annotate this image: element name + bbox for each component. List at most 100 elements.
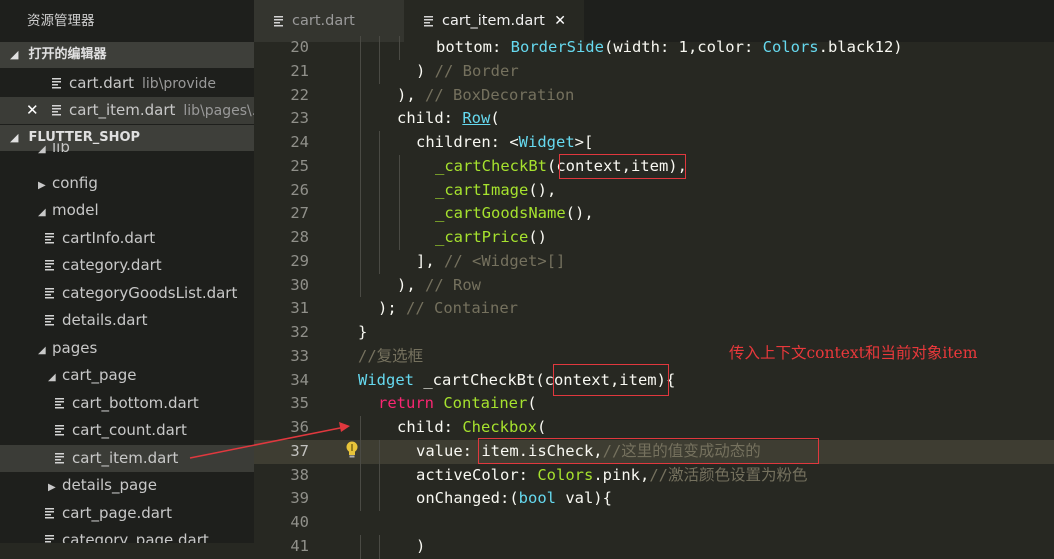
code-line[interactable]: 26 _cartImage(),: [254, 178, 1054, 203]
indent-guide: [360, 83, 361, 108]
tree-item-label: cart_count.dart: [72, 421, 187, 439]
tree-item[interactable]: ◢ lib: [0, 143, 254, 157]
indent-guide: [360, 534, 361, 559]
tree-item[interactable]: ▶ details_page: [0, 472, 254, 499]
code-line[interactable]: 27 _cartGoodsName(),: [254, 202, 1054, 226]
line-number: 31: [290, 299, 309, 318]
highlight-box-call-args: [559, 154, 686, 179]
file-icon: [55, 453, 64, 464]
tree-item-label: cart_item.dart: [72, 449, 179, 467]
file-icon: [45, 508, 54, 519]
indent-guide: [360, 36, 361, 60]
explorer-sidebar: 资源管理器 ◢ 打开的编辑器 cart.dart lib\provide ✕ ca…: [0, 0, 254, 543]
annotation-text: 传入上下文context和当前对象item: [729, 344, 978, 362]
file-icon: [424, 16, 433, 27]
line-number: 21: [290, 61, 309, 80]
code-line[interactable]: 28 _cartPrice(): [254, 226, 1054, 250]
indent-guide: [379, 249, 380, 274]
code-line[interactable]: 29], // <Widget>[]: [254, 249, 1054, 274]
open-editor-item-cart-item[interactable]: ✕ cart_item.dart lib\pages\...: [0, 97, 254, 124]
indent-guide: [379, 131, 380, 155]
indent-guide: [379, 439, 380, 464]
indent-guide: [360, 416, 361, 440]
tree-item[interactable]: ◢ pages: [0, 335, 254, 362]
code-text: }: [358, 323, 368, 341]
tree-item[interactable]: category.dart: [0, 252, 254, 279]
tree-item-label: category.dart: [62, 256, 162, 274]
line-number: 35: [290, 394, 309, 413]
code-line[interactable]: 24 children: <Widget>[: [254, 131, 1054, 155]
file-icon: [45, 535, 54, 543]
tree-item-label: lib: [52, 143, 70, 156]
code-text: _cartGoodsName(),: [435, 204, 594, 223]
file-icon: [55, 425, 64, 436]
code-text: ), // BoxDecoration: [397, 85, 575, 104]
indent-guide: [399, 154, 400, 179]
open-editor-name: cart.dart: [69, 74, 135, 92]
tree-item[interactable]: ◢ model: [0, 197, 254, 224]
line-number: 28: [290, 228, 309, 246]
chevron-down-icon: ◢: [10, 48, 19, 61]
line-number: 32: [290, 323, 309, 341]
tree-item[interactable]: ◢ cart_page: [0, 362, 254, 389]
file-icon: [45, 260, 54, 271]
code-line[interactable]: 23 child: Row(: [254, 107, 1054, 131]
file-icon: [45, 288, 54, 299]
line-number: 33: [290, 346, 309, 365]
code-text: ) // Border: [416, 61, 519, 80]
close-icon[interactable]: ✕: [26, 97, 39, 124]
tree-item-label: cart_page.dart: [62, 504, 172, 522]
code-text: children: <Widget>[: [416, 133, 594, 151]
tree-item[interactable]: cart_count.dart: [0, 417, 254, 444]
indent-guide: [379, 202, 380, 226]
code-line[interactable]: 31); // Container: [254, 297, 1054, 321]
line-number: 25: [290, 156, 309, 175]
open-editors-label: 打开的编辑器: [28, 47, 107, 62]
indent-guide: [360, 249, 361, 274]
code-text: child: Row(: [397, 109, 500, 128]
tree-item-label: pages: [52, 339, 98, 357]
line-number: 37: [290, 441, 309, 460]
chevron-down-icon: ◢: [48, 372, 56, 383]
indent-guide: [399, 202, 400, 226]
code-line[interactable]: 21 ) // Border: [254, 59, 1054, 84]
tree-item-label: details.dart: [62, 311, 148, 329]
lightbulb-icon[interactable]: [344, 440, 360, 460]
code-editor[interactable]: 20 bottom: BorderSide(width: 1,color: Col…: [254, 36, 1054, 559]
code-text: onChanged:(bool val){: [416, 489, 612, 508]
code-line[interactable]: 36 child: Checkbox(: [254, 416, 1054, 440]
code-line[interactable]: 41): [254, 534, 1054, 559]
tree-item-label: cartInfo.dart: [62, 229, 156, 247]
open-editors-header[interactable]: ◢ 打开的编辑器: [0, 42, 254, 68]
highlight-box-value: [478, 438, 819, 464]
code-line[interactable]: 30), // Row: [254, 273, 1054, 298]
code-line[interactable]: 20 bottom: BorderSide(width: 1,color: Col…: [254, 36, 1054, 60]
tree-item[interactable]: cart_item.dart: [0, 445, 254, 472]
tree-item[interactable]: cart_page.dart: [0, 500, 254, 527]
line-number: 30: [290, 275, 309, 294]
tree-item-label: config: [52, 174, 98, 192]
tree-item[interactable]: cartInfo.dart: [0, 225, 254, 252]
indent-guide: [379, 59, 380, 84]
tree-item[interactable]: cart_bottom.dart: [0, 390, 254, 417]
line-number: 34: [290, 370, 309, 389]
code-line[interactable]: 38 activeColor: Colors.pink,//激活颜色设置为粉色: [254, 463, 1054, 488]
open-editor-item-cart[interactable]: cart.dart lib\provide: [0, 70, 254, 97]
code-line[interactable]: 22), // BoxDecoration: [254, 83, 1054, 108]
line-number: 20: [290, 38, 309, 56]
line-number: 41: [290, 536, 309, 555]
tree-item[interactable]: ▶ config: [0, 170, 254, 197]
tree-item-label: details_page: [62, 476, 157, 494]
file-icon: [52, 78, 61, 89]
chevron-right-icon: ▶: [48, 482, 56, 493]
line-number: 27: [290, 204, 309, 223]
tree-item[interactable]: details.dart: [0, 307, 254, 334]
tree-item[interactable]: categoryGoodsList.dart: [0, 280, 254, 307]
code-line[interactable]: 39 onChanged:(bool val){: [254, 487, 1054, 511]
tree-item[interactable]: category_page.dart: [0, 527, 254, 543]
code-line[interactable]: 40: [254, 511, 1054, 535]
code-text: activeColor: Colors.pink,//激活颜色设置为粉色: [416, 465, 808, 484]
file-icon: [52, 105, 61, 116]
file-icon: [274, 16, 283, 27]
code-text: return Container(: [378, 394, 537, 413]
